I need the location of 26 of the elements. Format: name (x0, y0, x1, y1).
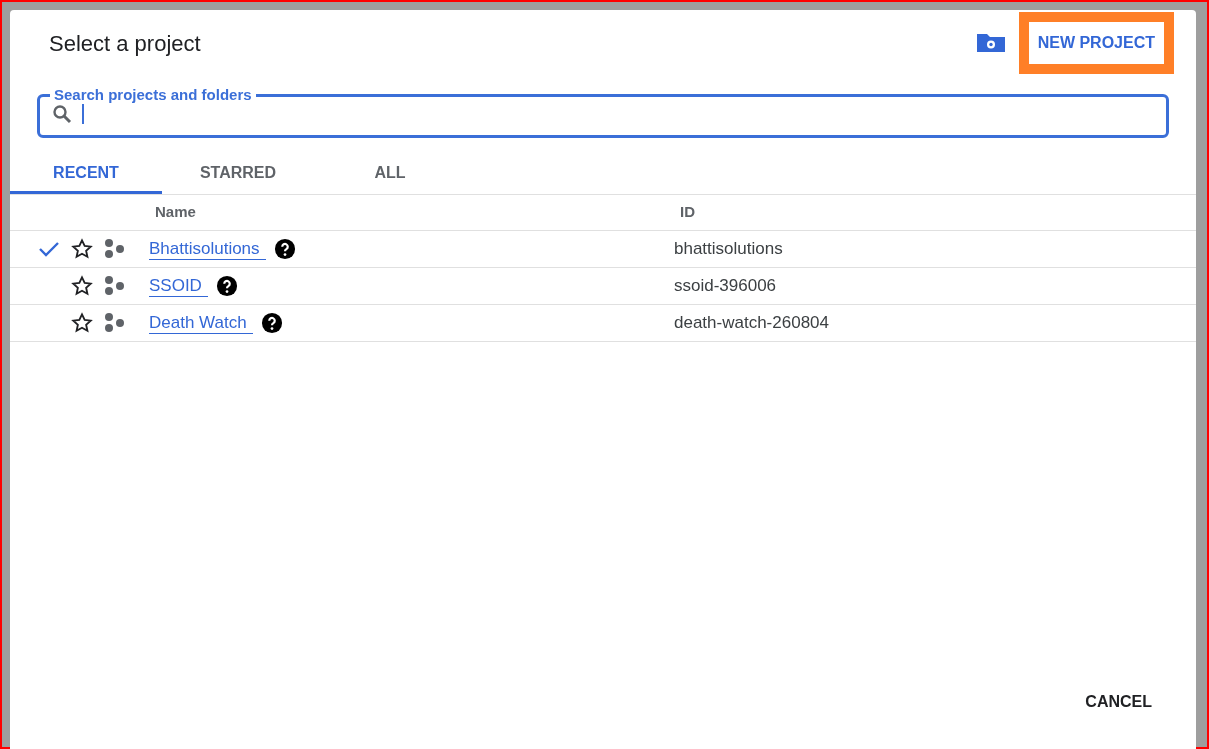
tab[interactable]: RECENT (10, 154, 162, 194)
column-header: ID (680, 202, 695, 223)
search-icon (52, 104, 72, 124)
star-icon[interactable] (71, 275, 93, 297)
text-cursor (82, 104, 84, 124)
search-field[interactable]: Search projects and folders (37, 86, 1169, 138)
project-icon (104, 239, 126, 259)
help-icon[interactable] (273, 238, 296, 260)
help-icon[interactable] (215, 275, 238, 297)
project-link[interactable]: Bhattisolutions (149, 238, 266, 260)
column-header: Name (155, 202, 197, 223)
cancel-button[interactable]: CANCEL (1075, 684, 1162, 720)
project-id: bhattisolutions (674, 238, 783, 261)
star-icon[interactable] (71, 238, 93, 260)
project-icon (104, 276, 126, 296)
help-icon[interactable] (260, 312, 283, 334)
project-id: ssoid-396006 (674, 275, 777, 298)
tab[interactable]: ALL (314, 154, 466, 194)
project-link[interactable]: Death Watch (149, 312, 253, 334)
dialog-title: Select a project (49, 29, 202, 58)
search-label: Search projects and folders (53, 86, 253, 104)
project-id: death-watch-260804 (674, 312, 829, 335)
project-link[interactable]: SSOID (149, 275, 208, 297)
project-icon (104, 313, 126, 333)
tab[interactable]: STARRED (162, 154, 314, 194)
star-icon[interactable] (71, 312, 93, 334)
